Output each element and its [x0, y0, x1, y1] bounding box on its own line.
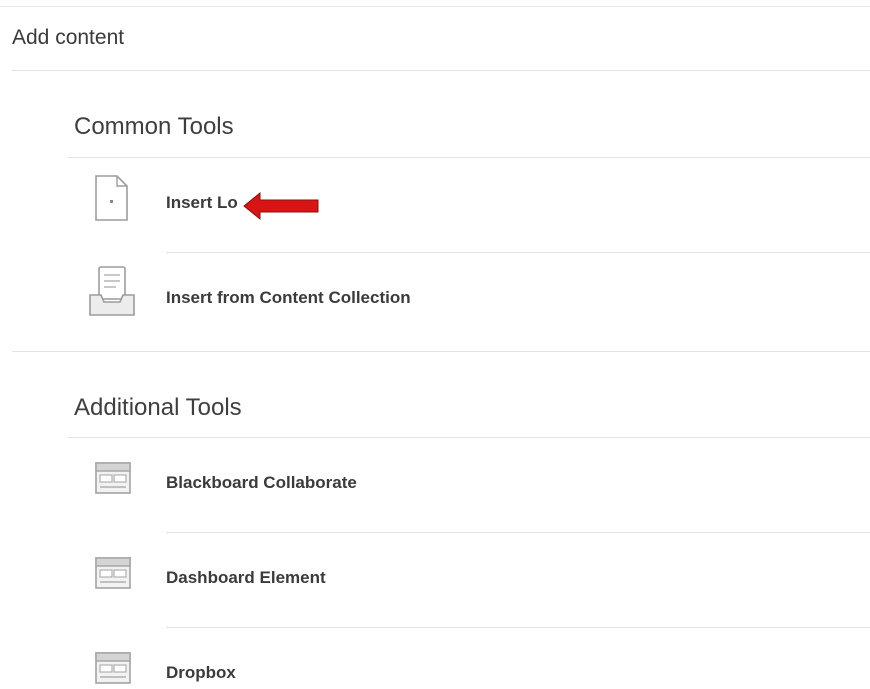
dropbox-label: Dropbox — [166, 663, 236, 682]
tool-window-icon — [95, 462, 131, 499]
document-file-icon — [94, 174, 130, 227]
divider — [12, 351, 870, 352]
additional-tools-heading: Additional Tools — [74, 394, 242, 421]
panel-title: Add content — [12, 26, 125, 49]
dashboard-element-label: Dashboard Element — [166, 568, 326, 587]
insert-local-file-item[interactable]: Insert Lo — [68, 158, 870, 253]
dropbox-item[interactable]: Dropbox — [68, 628, 870, 685]
insert-from-content-collection-item[interactable]: Insert from Content Collection — [68, 253, 870, 348]
red-arrow-left-icon — [242, 191, 320, 221]
tool-window-icon — [95, 652, 131, 689]
content-collection-tray-icon — [88, 265, 136, 322]
common-tools-heading: Common Tools — [74, 113, 234, 140]
dashboard-element-item[interactable]: Dashboard Element — [68, 533, 870, 628]
insert-from-content-collection-label: Insert from Content Collection — [166, 288, 411, 307]
blackboard-collaborate-label: Blackboard Collaborate — [166, 473, 357, 492]
insert-local-file-label: Insert Lo — [166, 193, 238, 212]
blackboard-collaborate-item[interactable]: Blackboard Collaborate — [68, 438, 870, 533]
add-content-header: Add content — [0, 0, 870, 72]
divider — [12, 70, 870, 71]
tool-window-icon — [95, 557, 131, 594]
